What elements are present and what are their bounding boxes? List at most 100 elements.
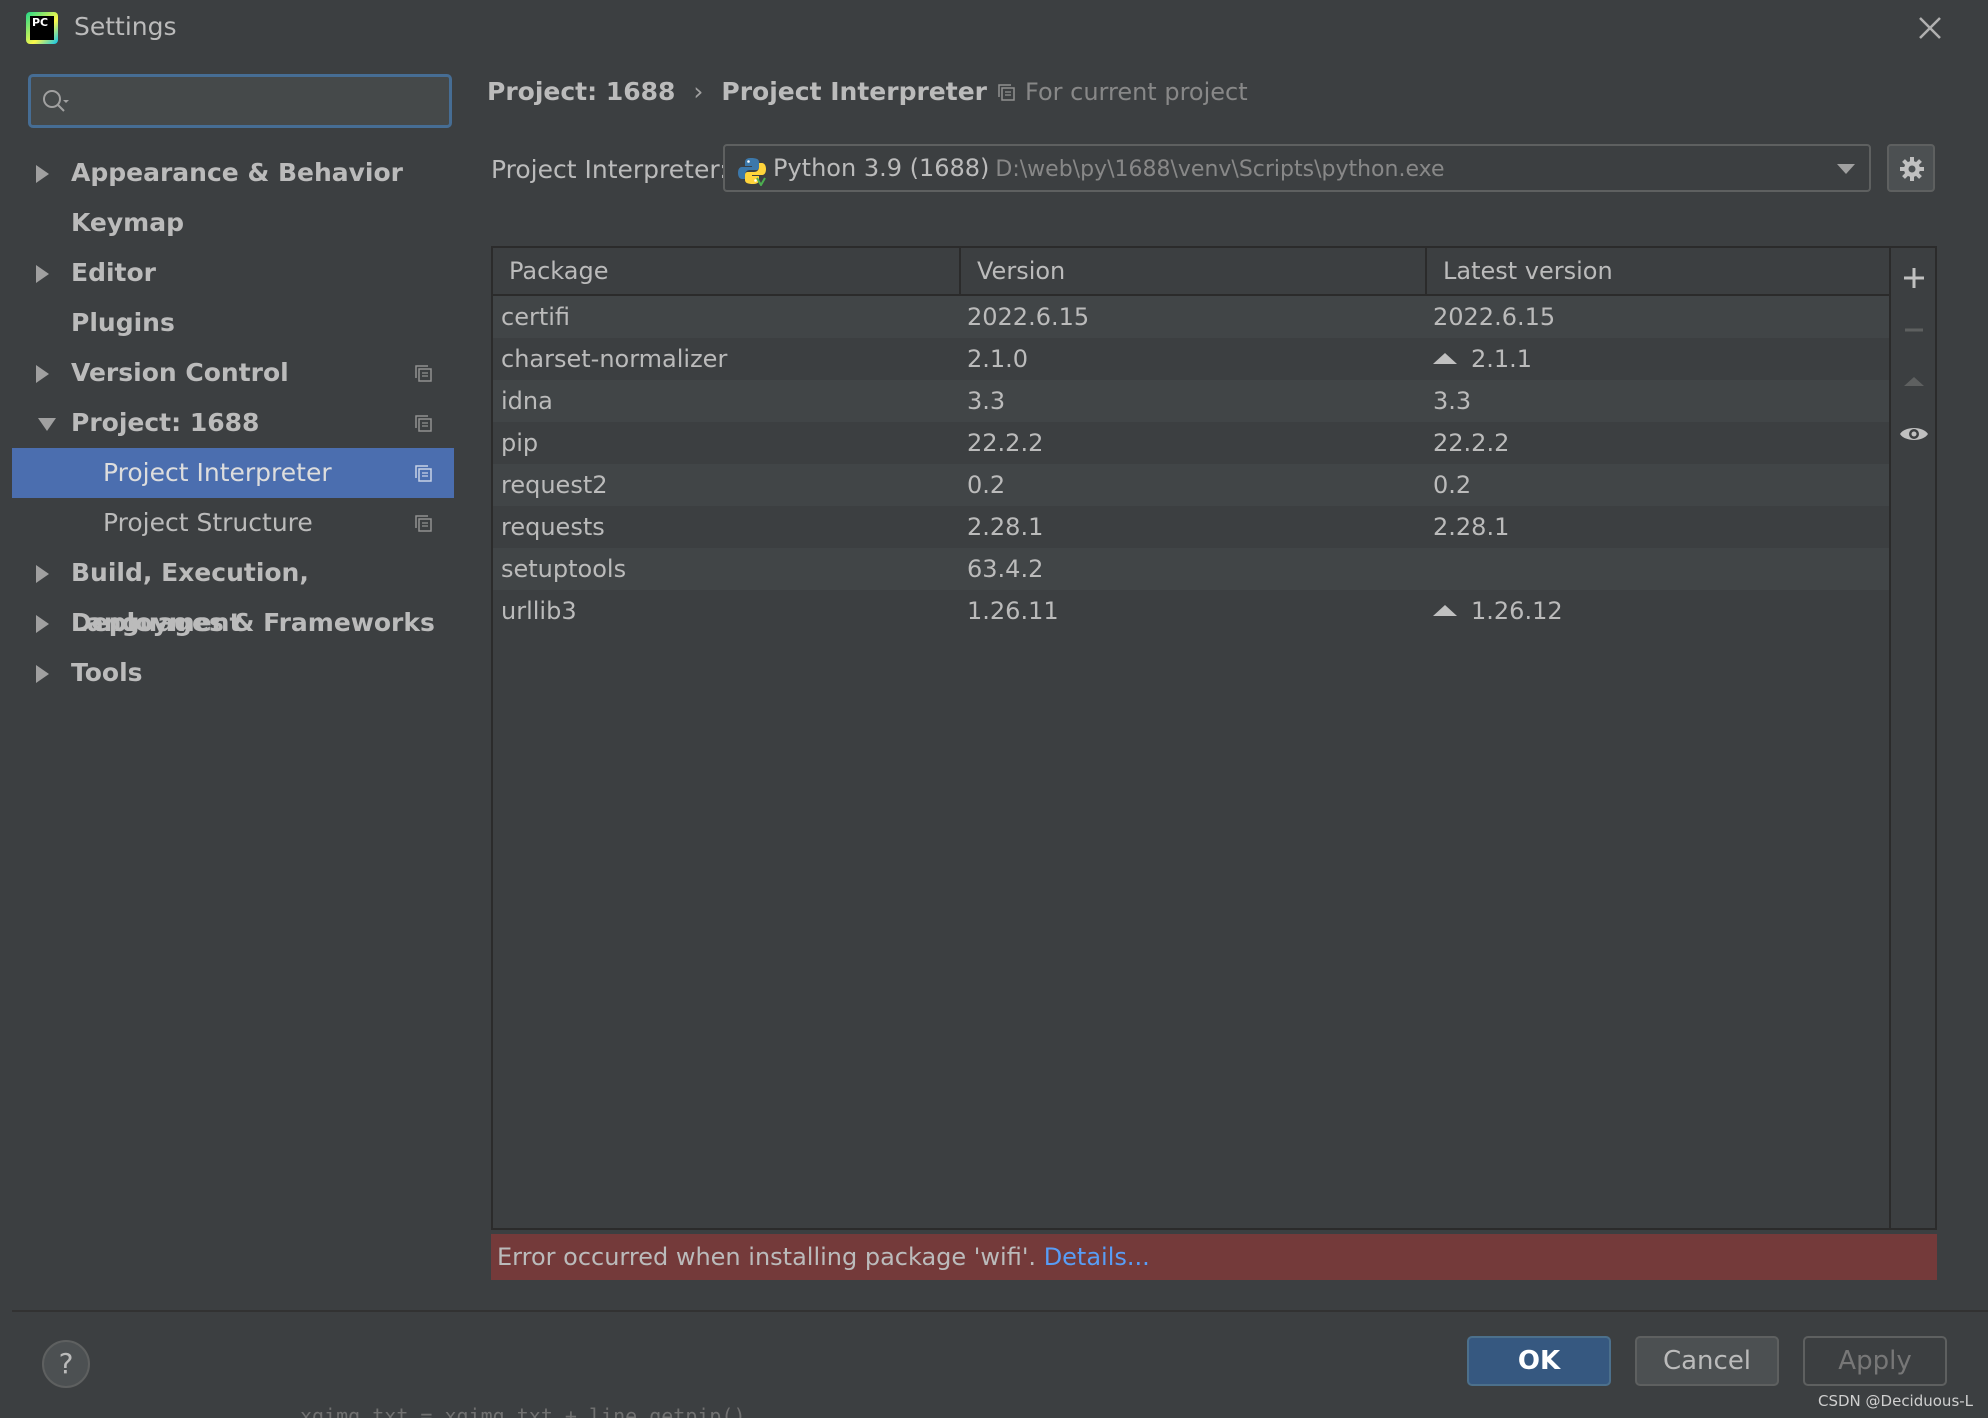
- settings-window: PC Settings Appearance & Behavior Keymap: [0, 0, 1988, 1418]
- breadcrumb-current: Project Interpreter: [721, 77, 987, 106]
- sidebar-item-languages[interactable]: Languages & Frameworks: [12, 598, 454, 648]
- collapse-arrow-icon[interactable]: [38, 418, 56, 431]
- column-header-latest-version[interactable]: Latest version: [1425, 248, 1889, 294]
- package-version: 2.28.1: [967, 513, 1044, 541]
- sidebar-item-editor[interactable]: Editor: [12, 248, 454, 298]
- table-row[interactable]: request2 0.2 0.2: [493, 464, 1889, 506]
- package-name: requests: [501, 513, 605, 541]
- error-notification: Error occurred when installing package '…: [491, 1234, 1937, 1280]
- sidebar-item-plugins[interactable]: Plugins: [12, 298, 454, 348]
- breadcrumb-separator: ›: [693, 77, 704, 106]
- close-icon: [1919, 17, 1941, 39]
- error-details-link[interactable]: Details...: [1044, 1243, 1150, 1271]
- package-version: 2022.6.15: [967, 303, 1090, 331]
- search-icon: [43, 90, 69, 112]
- package-version: 63.4.2: [967, 555, 1044, 583]
- packages-table-container: Package Version Latest version certifi 2…: [491, 246, 1937, 1230]
- package-latest-version: 2022.6.15: [1433, 296, 1555, 338]
- breadcrumb: Project: 1688 › Project Interpreter: [487, 72, 987, 112]
- package-latest-version: 2.1.1: [1433, 338, 1532, 380]
- eye-icon[interactable]: [1896, 416, 1932, 452]
- python-icon: [738, 158, 766, 186]
- package-name: request2: [501, 471, 608, 499]
- chevron-down-icon[interactable]: [1837, 164, 1855, 174]
- sidebar-item-label: Tools: [71, 658, 143, 687]
- expand-arrow-icon[interactable]: [36, 265, 49, 283]
- sidebar-item-label: Project: 1688: [71, 408, 260, 437]
- package-name: pip: [501, 429, 539, 457]
- search-box[interactable]: [28, 74, 452, 128]
- latest-version-text: 3.3: [1433, 387, 1472, 415]
- sidebar-item-tools[interactable]: Tools: [12, 648, 454, 698]
- watermark: CSDN @Deciduous-L: [1818, 1392, 1974, 1410]
- expand-arrow-icon[interactable]: [36, 165, 49, 183]
- table-row[interactable]: urllib3 1.26.11 1.26.12: [493, 590, 1889, 632]
- package-name: idna: [501, 387, 553, 415]
- sidebar-item-version-control[interactable]: Version Control: [12, 348, 454, 398]
- package-latest-version: 1.26.12: [1433, 590, 1563, 632]
- sidebar-item-project-interpreter[interactable]: Project Interpreter: [12, 448, 454, 498]
- column-header-version[interactable]: Version: [959, 248, 1425, 294]
- latest-version-text: 2.1.1: [1471, 345, 1533, 373]
- apply-button[interactable]: Apply: [1803, 1336, 1947, 1386]
- sidebar-item-keymap[interactable]: Keymap: [12, 198, 454, 248]
- sidebar-item-build[interactable]: Build, Execution, Deployment: [12, 548, 454, 637]
- sidebar-item-project[interactable]: Project: 1688: [12, 398, 454, 448]
- minus-icon[interactable]: [1896, 312, 1932, 348]
- interpreter-dropdown[interactable]: Python 3.9 (1688) D:\web\py\1688\venv\Scr…: [723, 144, 1871, 192]
- latest-version-text: 2.28.1: [1433, 513, 1510, 541]
- table-row[interactable]: certifi 2022.6.15 2022.6.15: [493, 296, 1889, 338]
- table-row[interactable]: setuptools 63.4.2: [493, 548, 1889, 590]
- upgrade-icon[interactable]: [1896, 364, 1932, 400]
- window-title: Settings: [74, 12, 177, 41]
- interpreter-settings-button[interactable]: [1887, 144, 1935, 192]
- close-button[interactable]: [1912, 10, 1948, 46]
- ok-button[interactable]: OK: [1467, 1336, 1611, 1386]
- package-version: 0.2: [967, 471, 1006, 499]
- dialog-footer: ? OK Cancel Apply: [12, 1310, 1988, 1418]
- title-bar: PC Settings: [0, 0, 1988, 56]
- expand-arrow-icon[interactable]: [36, 615, 49, 633]
- latest-version-text: 22.2.2: [1433, 429, 1510, 457]
- project-settings-icon: [415, 465, 432, 482]
- package-latest-version: 3.3: [1433, 380, 1471, 422]
- package-latest-version: 2.28.1: [1433, 506, 1509, 548]
- table-row[interactable]: idna 3.3 3.3: [493, 380, 1889, 422]
- table-row[interactable]: pip 22.2.2 22.2.2: [493, 422, 1889, 464]
- table-row[interactable]: requests 2.28.1 2.28.1: [493, 506, 1889, 548]
- expand-arrow-icon[interactable]: [36, 565, 49, 583]
- cancel-button[interactable]: Cancel: [1635, 1336, 1779, 1386]
- latest-version-text: 2022.6.15: [1433, 303, 1556, 331]
- table-row[interactable]: charset-normalizer 2.1.0 2.1.1: [493, 338, 1889, 380]
- package-version: 2.1.0: [967, 345, 1029, 373]
- settings-nav: Appearance & Behavior Keymap Editor Plug…: [12, 148, 454, 698]
- background-code-line: xgimg_txt = xgimg_txt + line.getpip(): [300, 1404, 746, 1418]
- search-input[interactable]: [75, 85, 435, 117]
- sidebar-item-label: Appearance & Behavior: [71, 158, 403, 187]
- sidebar-item-label: Editor: [71, 258, 156, 287]
- interpreter-name: Python 3.9 (1688): [773, 154, 990, 182]
- sidebar-item-appearance[interactable]: Appearance & Behavior: [12, 148, 454, 198]
- project-settings-icon: [415, 415, 432, 432]
- plus-icon[interactable]: [1896, 260, 1932, 296]
- package-name: setuptools: [501, 555, 627, 583]
- interpreter-label: Project Interpreter:: [491, 155, 728, 184]
- package-version: 22.2.2: [967, 429, 1044, 457]
- package-name: certifi: [501, 303, 571, 331]
- column-header-package[interactable]: Package: [493, 248, 959, 294]
- settings-sidebar: Appearance & Behavior Keymap Editor Plug…: [12, 56, 454, 1310]
- table-body: certifi 2022.6.15 2022.6.15 charset-norm…: [493, 296, 1889, 632]
- breadcrumb-parent[interactable]: Project: 1688: [487, 77, 675, 106]
- help-button[interactable]: ?: [42, 1340, 90, 1388]
- package-latest-version: 0.2: [1433, 464, 1471, 506]
- latest-version-text: 1.26.12: [1471, 597, 1563, 625]
- project-settings-icon: [415, 365, 432, 382]
- sidebar-item-project-structure[interactable]: Project Structure: [12, 498, 454, 548]
- logo-text: PC: [30, 16, 54, 40]
- expand-arrow-icon[interactable]: [36, 665, 49, 683]
- error-message: Error occurred when installing package '…: [497, 1243, 1037, 1271]
- packages-toolbar: [1889, 248, 1935, 1228]
- sidebar-item-label: Keymap: [71, 208, 185, 237]
- expand-arrow-icon[interactable]: [36, 365, 49, 383]
- package-latest-version: 22.2.2: [1433, 422, 1509, 464]
